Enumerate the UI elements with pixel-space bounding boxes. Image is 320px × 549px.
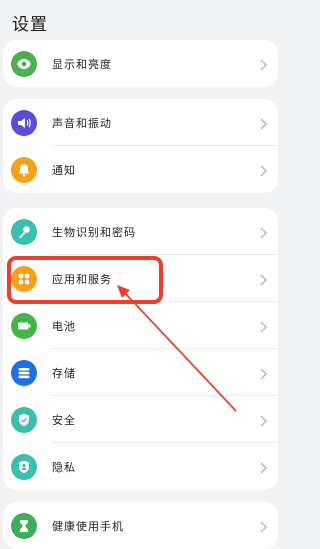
settings-item-storage[interactable]: 存储 xyxy=(3,349,278,396)
settings-item-label: 存储 xyxy=(52,366,76,380)
settings-item-label: 通知 xyxy=(52,163,76,177)
settings-page: 设置 显示和亮度 声音和振动 通知 生物识别和密码 应用和服务 电池 存储 安全… xyxy=(0,0,288,549)
chevron-right-icon xyxy=(258,163,268,177)
chevron-right-icon xyxy=(258,116,268,130)
chevron-right-icon xyxy=(258,319,268,333)
page-title: 设置 xyxy=(12,15,48,35)
settings-group-health: 健康使用手机 xyxy=(3,502,278,549)
settings-item-label: 健康使用手机 xyxy=(52,519,124,533)
settings-item-label: 声音和振动 xyxy=(52,116,112,130)
settings-item-notifications[interactable]: 通知 xyxy=(3,146,278,193)
settings-item-label: 隐私 xyxy=(52,460,76,474)
speaker-icon xyxy=(11,109,37,136)
chevron-right-icon xyxy=(258,460,268,474)
settings-group-display: 显示和亮度 xyxy=(3,40,278,87)
chevron-right-icon xyxy=(258,413,268,427)
chevron-right-icon xyxy=(258,57,268,71)
chevron-right-icon xyxy=(258,225,268,239)
settings-item-display-brightness[interactable]: 显示和亮度 xyxy=(3,40,278,87)
settings-item-label: 显示和亮度 xyxy=(52,57,112,71)
battery-icon xyxy=(11,312,37,339)
bell-icon xyxy=(11,156,37,183)
settings-item-sound-vibration[interactable]: 声音和振动 xyxy=(3,99,278,146)
key-icon xyxy=(11,218,37,245)
settings-item-privacy[interactable]: 隐私 xyxy=(3,443,278,490)
privacy-icon xyxy=(11,453,37,480)
settings-item-digital-balance[interactable]: 健康使用手机 xyxy=(3,502,278,549)
chevron-right-icon xyxy=(258,519,268,533)
settings-item-security[interactable]: 安全 xyxy=(3,396,278,443)
storage-icon xyxy=(11,359,37,386)
settings-item-label: 安全 xyxy=(52,413,76,427)
chevron-right-icon xyxy=(258,272,268,286)
eye-icon xyxy=(11,50,37,77)
settings-item-biometrics-password[interactable]: 生物识别和密码 xyxy=(3,208,278,255)
apps-grid-icon xyxy=(11,265,37,292)
settings-item-label: 电池 xyxy=(52,319,76,333)
settings-item-apps-services[interactable]: 应用和服务 xyxy=(3,255,278,302)
settings-item-battery[interactable]: 电池 xyxy=(3,302,278,349)
settings-group-sound: 声音和振动 通知 xyxy=(3,99,278,193)
settings-item-label: 生物识别和密码 xyxy=(52,225,136,239)
hourglass-icon xyxy=(11,512,37,539)
settings-item-label: 应用和服务 xyxy=(52,272,112,286)
chevron-right-icon xyxy=(258,366,268,380)
shield-icon xyxy=(11,406,37,433)
settings-group-system: 生物识别和密码 应用和服务 电池 存储 安全 隐私 xyxy=(3,208,278,490)
